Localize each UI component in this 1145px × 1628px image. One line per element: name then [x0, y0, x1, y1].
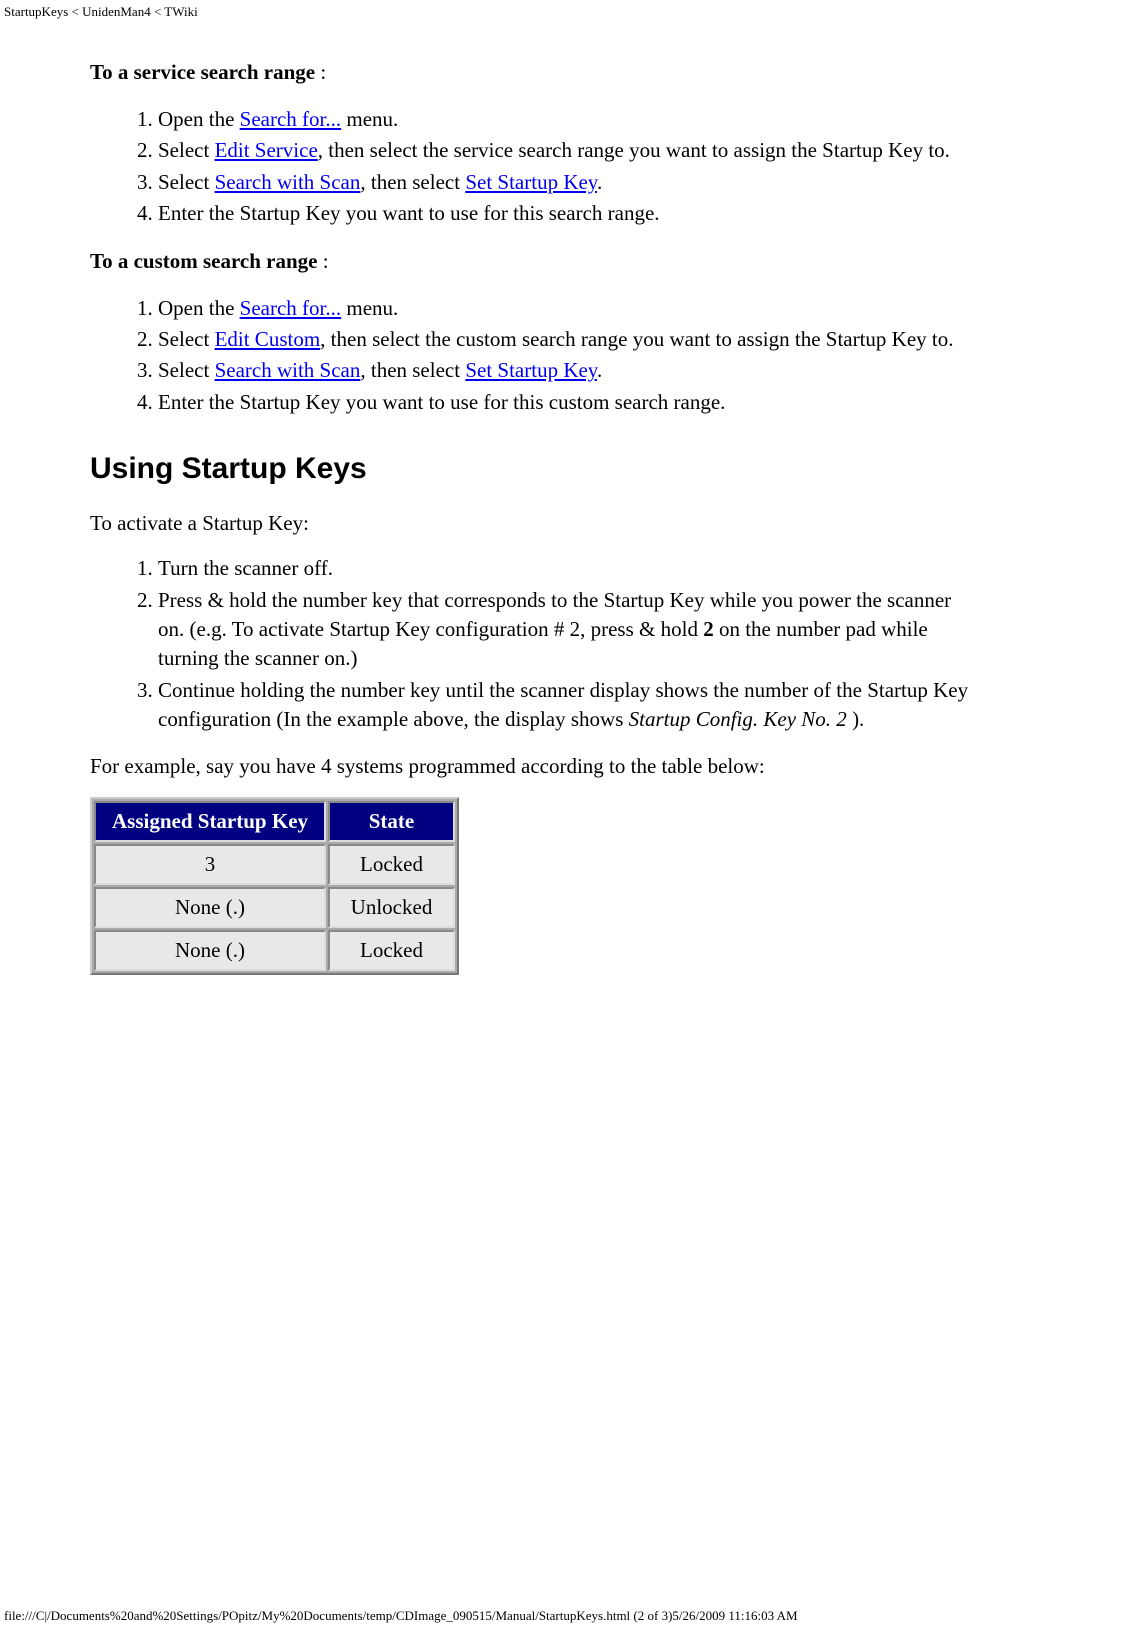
- list-item: Select Edit Custom, then select the cust…: [158, 325, 970, 354]
- italic-startup-config: Startup Config. Key No. 2: [629, 707, 847, 731]
- list-item: Select Search with Scan, then select Set…: [158, 356, 970, 385]
- cell-assigned-key: None (.): [94, 887, 326, 928]
- list-item: Select Search with Scan, then select Set…: [158, 168, 970, 197]
- link-search-with-scan[interactable]: Search with Scan: [215, 170, 361, 194]
- service-range-steps: Open the Search for... menu. Select Edit…: [90, 105, 970, 229]
- using-startup-keys-heading: Using Startup Keys: [90, 452, 970, 486]
- link-search-for[interactable]: Search for...: [240, 296, 341, 320]
- table-row: None (.) Unlocked: [94, 887, 455, 928]
- using-intro: To activate a Startup Key:: [90, 511, 970, 536]
- link-search-with-scan[interactable]: Search with Scan: [215, 358, 361, 382]
- text: Select: [158, 358, 215, 382]
- text: , then select the custom search range yo…: [320, 327, 953, 351]
- custom-range-lead-colon: :: [318, 249, 329, 273]
- service-range-lead-colon: :: [315, 60, 326, 84]
- custom-range-lead-bold: To a custom search range: [90, 249, 318, 273]
- cell-state: Locked: [328, 930, 455, 971]
- custom-range-lead: To a custom search range :: [90, 249, 970, 274]
- list-item: Turn the scanner off.: [158, 554, 970, 583]
- page-footer-path: file:///C|/Documents%20and%20Settings/PO…: [4, 1608, 1141, 1624]
- list-item: Select Edit Service, then select the ser…: [158, 136, 970, 165]
- service-range-lead-bold: To a service search range: [90, 60, 315, 84]
- text: .: [597, 170, 602, 194]
- text: .: [597, 358, 602, 382]
- link-set-startup-key[interactable]: Set Startup Key: [465, 170, 597, 194]
- cell-assigned-key: None (.): [94, 930, 326, 971]
- list-item: Enter the Startup Key you want to use fo…: [158, 199, 970, 228]
- table-row: None (.) Locked: [94, 930, 455, 971]
- link-set-startup-key[interactable]: Set Startup Key: [465, 358, 597, 382]
- text: Select: [158, 170, 215, 194]
- table-header-row: Assigned Startup Key State: [94, 801, 455, 842]
- text: , then select the service search range y…: [318, 138, 950, 162]
- text: Open the: [158, 296, 240, 320]
- cell-state: Unlocked: [328, 887, 455, 928]
- startup-key-table: Assigned Startup Key State 3 Locked None…: [90, 797, 459, 975]
- bold-key-2: 2: [703, 617, 714, 641]
- text: menu.: [341, 107, 398, 131]
- using-steps: Turn the scanner off. Press & hold the n…: [90, 554, 970, 734]
- cell-assigned-key: 3: [94, 844, 326, 885]
- text: ).: [847, 707, 865, 731]
- page-breadcrumb: StartupKeys < UnidenMan4 < TWiki: [0, 0, 1145, 20]
- list-item: Open the Search for... menu.: [158, 105, 970, 134]
- service-range-lead: To a service search range :: [90, 60, 970, 85]
- cell-state: Locked: [328, 844, 455, 885]
- list-item: Open the Search for... menu.: [158, 294, 970, 323]
- example-paragraph: For example, say you have 4 systems prog…: [90, 754, 970, 779]
- text: Select: [158, 327, 215, 351]
- link-edit-service[interactable]: Edit Service: [215, 138, 318, 162]
- table-header-state: State: [328, 801, 455, 842]
- table-header-assigned-key: Assigned Startup Key: [94, 801, 326, 842]
- table-row: 3 Locked: [94, 844, 455, 885]
- list-item: Enter the Startup Key you want to use fo…: [158, 388, 970, 417]
- text: menu.: [341, 296, 398, 320]
- link-search-for[interactable]: Search for...: [240, 107, 341, 131]
- list-item: Press & hold the number key that corresp…: [158, 586, 970, 674]
- text: Select: [158, 138, 215, 162]
- link-edit-custom[interactable]: Edit Custom: [215, 327, 321, 351]
- list-item: Continue holding the number key until th…: [158, 676, 970, 735]
- text: Open the: [158, 107, 240, 131]
- main-content: To a service search range : Open the Sea…: [90, 60, 970, 975]
- text: , then select: [360, 170, 465, 194]
- custom-range-steps: Open the Search for... menu. Select Edit…: [90, 294, 970, 418]
- text: , then select: [360, 358, 465, 382]
